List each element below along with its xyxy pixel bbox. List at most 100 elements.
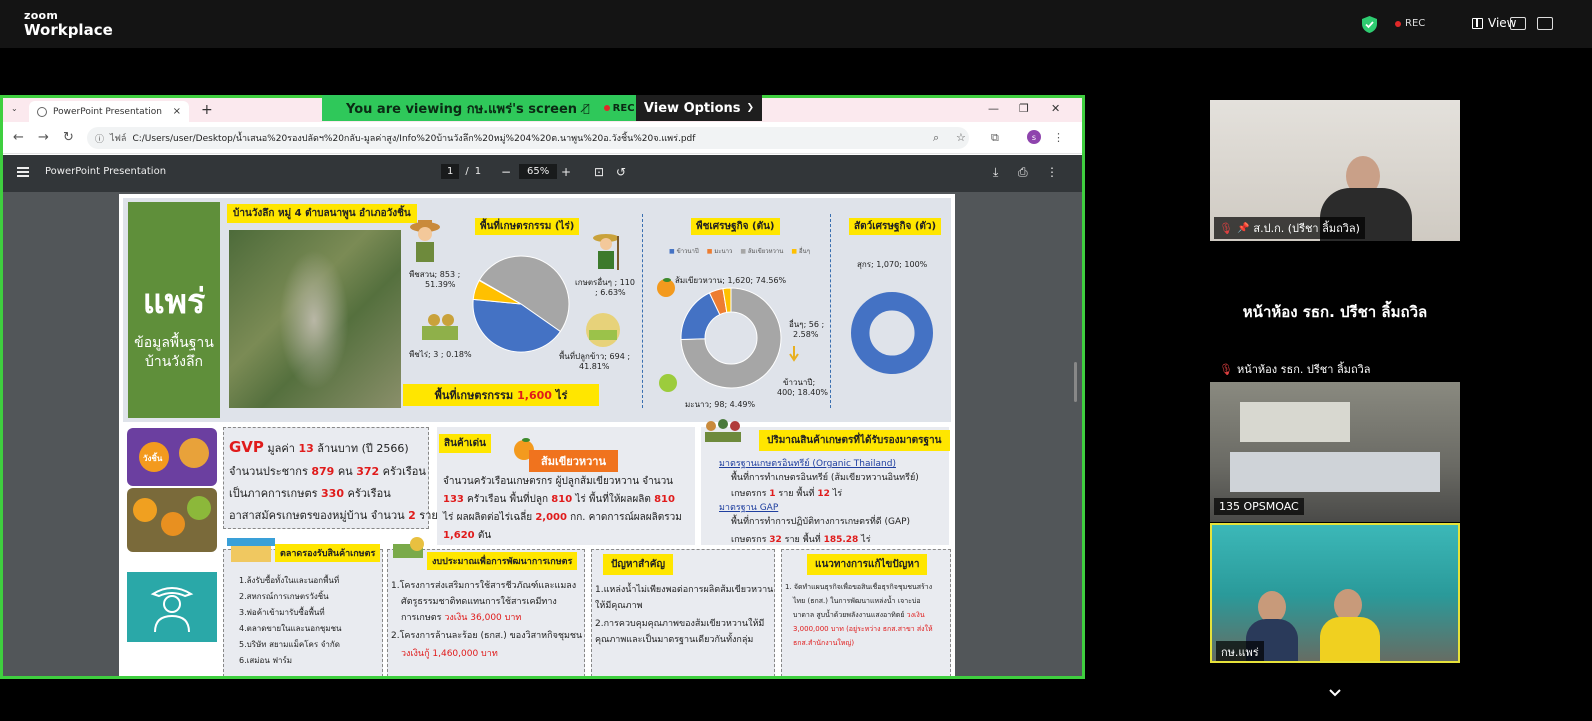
- maximize-icon[interactable]: ❐: [1019, 102, 1029, 115]
- participant-name-tag-2: 🎙 หน้าห้อง รธก. ปรีชา ลิ้มถวิล: [1214, 358, 1376, 380]
- solution-1: 1. จัดทำแผนธุรกิจเพื่อขอสินเชื่อธุรกิจชุ…: [785, 583, 933, 591]
- pie-label-rice-pct: 41.81%: [579, 362, 610, 371]
- participant-video-1[interactable]: 🎙 📌 ส.ป.ก. (ปรีชา ลิ้มถวิล): [1210, 100, 1460, 241]
- profile-avatar[interactable]: s: [1027, 130, 1041, 144]
- zoom-out-icon[interactable]: −: [501, 165, 511, 179]
- market-item-6: 6.เสม่อน ฟาร์ม: [239, 656, 293, 665]
- farmer-with-rake-icon: [593, 234, 619, 270]
- page-number-input[interactable]: 1: [441, 164, 460, 179]
- rec-dot-icon: [1395, 20, 1401, 27]
- side-by-side-icon[interactable]: [1510, 17, 1526, 30]
- market-item-5: 5.บริษัท สยามแม็คโคร จำกัด: [239, 640, 340, 649]
- close-window-icon[interactable]: ✕: [1051, 102, 1060, 115]
- legend-tangerine: ■ ส้มเขียวหวาน: [740, 248, 784, 255]
- tab-title: PowerPoint Presentation: [53, 106, 162, 117]
- pdf-sidebar-menu-icon[interactable]: [17, 167, 29, 177]
- zoom-magnifier-icon[interactable]: ⌕: [933, 131, 939, 145]
- tangerine-icon: [657, 278, 675, 297]
- budget-2v: วงเงินกู้ 1,460,000 บาท: [401, 649, 498, 659]
- infographic-page: แพร่ ข้อมูลพื้นฐาน บ้านวังลึก บ้านวังลึก…: [119, 194, 955, 676]
- zoom-level-input[interactable]: 65%: [519, 164, 558, 179]
- legend-rice: ■ ข้าวนาปี: [669, 248, 699, 255]
- new-tab-button[interactable]: +: [201, 102, 213, 118]
- pie-label-other-pct: ; 6.63%: [595, 288, 626, 297]
- province-name: แพร่: [142, 282, 206, 322]
- lime-icon: [659, 374, 677, 392]
- participant-name-tag-3: 135 OPSMOAC: [1214, 498, 1304, 515]
- zoom-in-icon[interactable]: +: [561, 165, 571, 179]
- extensions-icon[interactable]: ⧉: [991, 131, 999, 145]
- donut-label-others-pct: 2.58%: [793, 330, 819, 339]
- legend-lime: ■ มะนาว: [706, 248, 733, 255]
- wangchin-badge: วังชิ้น: [143, 454, 163, 463]
- url-text: C:/Users/user/Desktop/น้ำเสนอ%20รองปลัดฯ…: [132, 134, 696, 144]
- rotate-icon[interactable]: ↺: [616, 165, 626, 179]
- farm-total-prefix: พื้นที่เกษตรกรรม: [434, 389, 514, 402]
- chevron-down-icon[interactable]: [1328, 686, 1342, 700]
- tangerine-photo-purple: วังชิ้น: [127, 428, 217, 486]
- tab-close-icon[interactable]: ×: [173, 106, 181, 117]
- market-title: ตลาดรองรับสินค้าเกษตร: [275, 544, 381, 562]
- farm-area-pie-chart: [472, 255, 570, 353]
- pdf-content-area[interactable]: แพร่ ข้อมูลพื้นฐาน บ้านวังลึก บ้านวังลึก…: [3, 192, 1082, 676]
- participant-video-3[interactable]: 135 OPSMOAC: [1210, 382, 1460, 522]
- zoom-window: zoom Workplace REC View You are viewing …: [0, 0, 1592, 721]
- fullscreen-icon[interactable]: [1537, 17, 1553, 30]
- farmer-outline-icon: [150, 587, 194, 633]
- chevron-down-icon: ❯: [746, 103, 755, 113]
- recording-indicator[interactable]: REC: [1395, 18, 1425, 29]
- econ-crop-donut-chart: [680, 287, 782, 389]
- market-item-2: 2.สหกรณ์การเกษตรวังชิ้น: [239, 592, 329, 601]
- farmers-group-icon: [705, 419, 741, 442]
- minimize-icon[interactable]: —: [988, 102, 999, 115]
- budget-1c: การเกษตร วงเงิน 36,000 บาท: [401, 613, 522, 623]
- forward-icon[interactable]: →: [38, 130, 49, 145]
- browser-tab[interactable]: PowerPoint Presentation ×: [29, 101, 189, 122]
- page-navigator: 1 / 1: [441, 164, 481, 179]
- problem-1a: 1.แหล่งน้ำไม่เพียงพอต่อการผลิตส้มเขียวหว…: [595, 585, 774, 595]
- divider-1: [642, 214, 643, 408]
- security-shield-icon[interactable]: [1362, 16, 1377, 33]
- url-info-label: ไฟล์: [110, 134, 127, 144]
- site-info-icon[interactable]: ⓘ: [95, 132, 104, 145]
- fit-page-icon[interactable]: ⊡: [594, 165, 604, 179]
- panel-resize-handle[interactable]: [1074, 362, 1077, 402]
- province-block: แพร่ ข้อมูลพื้นฐาน บ้านวังลึก: [128, 202, 220, 418]
- econ-animal-title: สัตว์เศรษฐกิจ (ตัว): [849, 218, 942, 235]
- participant-video-4[interactable]: กษ.แพร่: [1210, 523, 1460, 663]
- pdf-more-icon[interactable]: ⋮: [1046, 165, 1058, 179]
- mic-muted-icon: 🎙: [1219, 362, 1233, 376]
- participant-avatar-name-2: หน้าห้อง รธก. ปรีชา ลิ้มถวิล: [1242, 303, 1428, 321]
- browser-menu-icon[interactable]: ⋮: [1053, 131, 1064, 144]
- problem-2a: 2.การควบคุมคุณภาพของส้มเขียวหวานให้มี: [595, 619, 765, 629]
- standard-gap-stats: เกษตรกร 32 ราย พื้นที่ 185.28 ไร่: [731, 535, 871, 545]
- url-field[interactable]: ⓘ ไฟล์ C:/Users/user/Desktop/น้ำเสนอ%20ร…: [87, 127, 969, 149]
- share-banner-text: You are viewing กษ.แพร่'s screen: [346, 101, 578, 117]
- tab-search-icon[interactable]: ⌄: [11, 104, 18, 113]
- back-icon[interactable]: ←: [13, 130, 24, 145]
- mic-muted-icon: 🎙: [1219, 221, 1233, 235]
- reload-icon[interactable]: ↻: [63, 130, 74, 145]
- participant-name-3: 135 OPSMOAC: [1219, 500, 1299, 513]
- product-line-3: ไร่ ผลผลิตต่อไร่เฉลี่ย 2,000 กก. คาดการณ…: [443, 512, 682, 523]
- print-icon[interactable]: ⎙: [1018, 165, 1028, 180]
- product-line-4: 1,620 ตัน: [443, 530, 492, 541]
- econ-animal-donut-chart: [851, 292, 933, 374]
- view-options-button[interactable]: View Options ❯: [636, 95, 762, 121]
- mic-muted-icon: 🎙̸: [583, 101, 590, 115]
- screen-share-banner: You are viewing กษ.แพร่'s screen 🎙̸ REC: [322, 95, 636, 121]
- pie-slice-1: [851, 292, 933, 374]
- village-header: บ้านวังลึก หมู่ 4 ตำบลนาพูน อำเภอวังชิ้น: [227, 204, 417, 223]
- globe-icon: [37, 106, 47, 117]
- product-line-2: 133 ครัวเรือน พื้นที่ปลูก 810 ไร่ พื้นที…: [443, 494, 675, 505]
- page-separator: /: [465, 166, 469, 177]
- share-rec-dot-icon: [603, 105, 610, 111]
- view-layout-icon: [1472, 17, 1483, 29]
- budget-1b: ศัตรูธรรมชาติทดแทนการใช้สารเคมีทาง: [401, 597, 557, 607]
- bookmark-star-icon[interactable]: ☆: [956, 131, 966, 144]
- solution-3: บาดาล สูบน้ำด้วยพลังงานแสงอาทิตย์ วงเงิน: [793, 611, 925, 619]
- zoom-logo: zoom Workplace: [24, 10, 113, 38]
- econ-crop-title: พืชเศรษฐกิจ (ตัน): [691, 218, 780, 235]
- problem-2b: คุณภาพและเป็นมาตรฐานเดียวกันทั้งกลุ่ม: [595, 635, 754, 645]
- download-icon[interactable]: ⤓: [993, 165, 998, 180]
